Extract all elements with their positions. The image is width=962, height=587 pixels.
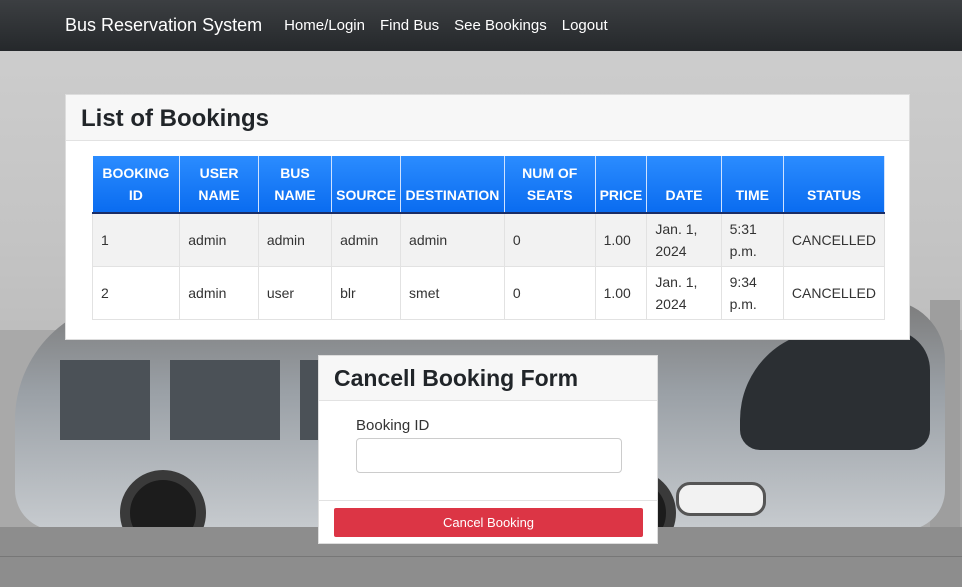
brand-link[interactable]: Bus Reservation System <box>65 15 262 36</box>
cell-price: 1.00 <box>594 212 648 267</box>
col-time: TIME <box>721 156 784 214</box>
nav-see-bookings[interactable]: See Bookings <box>454 17 547 34</box>
bookings-card: List of Bookings BOOKING ID USER NAME BUS N… <box>65 94 910 340</box>
cell-num-seats: 0 <box>503 212 596 267</box>
cell-date: Jan. 1, 2024 <box>646 212 722 267</box>
cell-user-name: admin <box>179 266 259 320</box>
cell-booking-id: 1 <box>91 212 181 267</box>
cell-bus-name: admin <box>257 212 333 267</box>
cell-status: CANCELLED <box>782 266 886 320</box>
cell-source: blr <box>331 266 402 320</box>
nav-logout[interactable]: Logout <box>562 17 608 34</box>
bookings-title: List of Bookings <box>66 95 909 141</box>
col-num-seats: NUM OF SEATS <box>504 156 596 214</box>
col-date: DATE <box>646 156 722 214</box>
cell-booking-id: 2 <box>91 266 181 320</box>
booking-id-label: Booking ID <box>356 417 430 434</box>
col-status: STATUS <box>783 156 886 214</box>
cell-time: 5:31 p.m. <box>720 212 784 267</box>
cancel-booking-card: Cancell Booking Form Booking ID Cancel B… <box>318 355 658 544</box>
cell-num-seats: 0 <box>503 266 596 320</box>
col-destination: DESTINATION <box>400 156 505 214</box>
col-price: PRICE <box>595 156 648 214</box>
cell-date: Jan. 1, 2024 <box>646 266 722 320</box>
cell-user-name: admin <box>179 212 259 267</box>
cell-price: 1.00 <box>594 266 648 320</box>
nav-find-bus[interactable]: Find Bus <box>380 17 439 34</box>
cell-source: admin <box>331 212 402 267</box>
col-source: SOURCE <box>331 156 402 214</box>
bookings-table: BOOKING ID USER NAME BUS NAME SOURCE DESTIN… <box>91 156 886 320</box>
cell-destination: admin <box>400 212 505 267</box>
nav-home-login[interactable]: Home/Login <box>284 17 365 34</box>
cell-destination: smet <box>400 266 505 320</box>
table-header-row: BOOKING ID USER NAME BUS NAME SOURCE DESTIN… <box>92 156 886 214</box>
col-user-name: USER NAME <box>179 156 259 214</box>
table-row: 1 admin admin admin admin 0 1.00 Jan. 1,… <box>91 212 886 267</box>
cancel-form-body: Booking ID <box>319 401 657 501</box>
col-bus-name: BUS NAME <box>258 156 333 214</box>
navbar: Bus Reservation System Home/Login Find B… <box>0 0 962 51</box>
booking-id-input[interactable] <box>356 438 622 473</box>
cell-time: 9:34 p.m. <box>720 266 784 320</box>
cancel-form-title: Cancell Booking Form <box>319 356 657 401</box>
cancel-booking-button[interactable]: Cancel Booking <box>334 508 643 537</box>
cell-bus-name: user <box>257 266 333 320</box>
cell-status: CANCELLED <box>782 212 886 267</box>
col-booking-id: BOOKING ID <box>92 156 181 214</box>
table-row: 2 admin user blr smet 0 1.00 Jan. 1, 2024… <box>91 266 886 320</box>
